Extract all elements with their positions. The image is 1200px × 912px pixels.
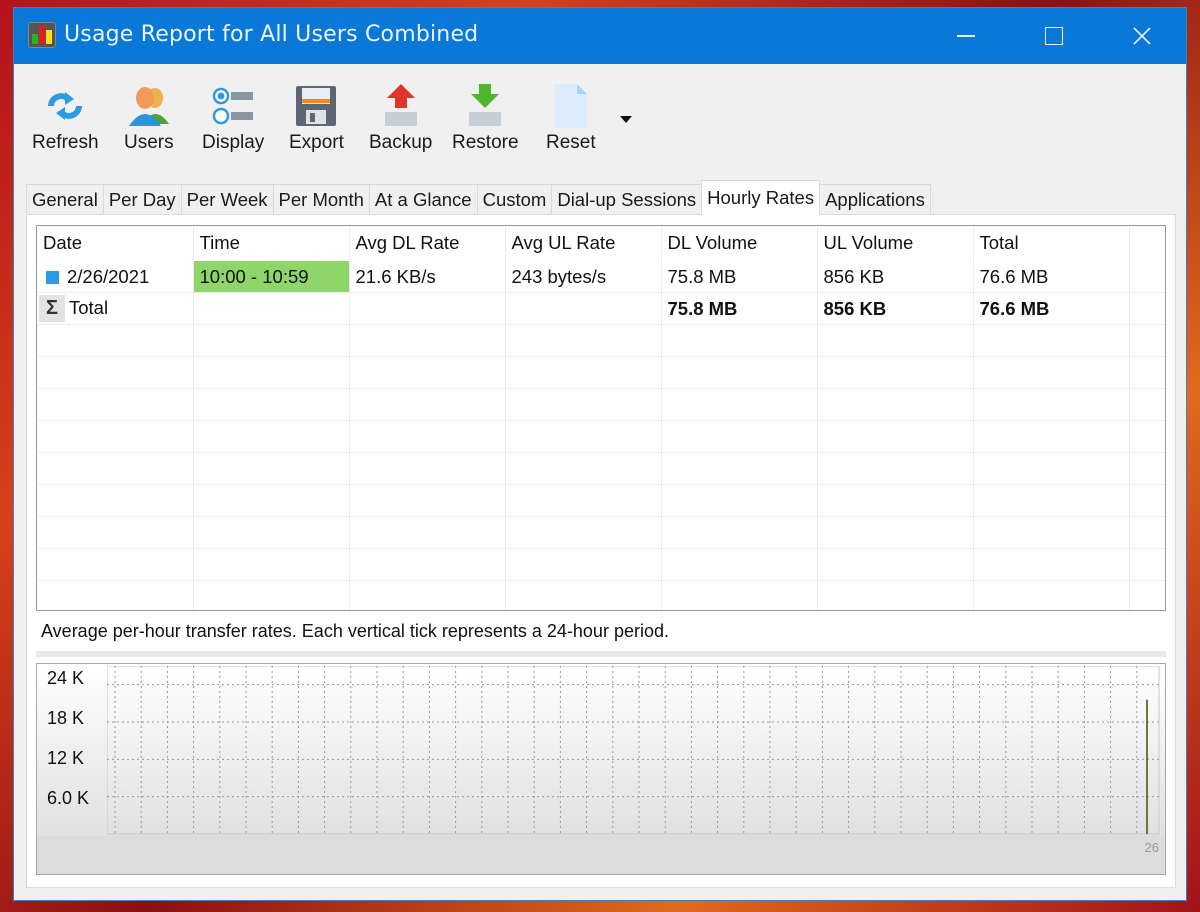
reset-label: Reset [546, 132, 596, 153]
tab-general[interactable]: General [26, 184, 104, 215]
tab-per-week[interactable]: Per Week [180, 184, 274, 215]
minimize-icon [957, 35, 975, 37]
toolbar: Refresh Users Display Export Backup Rest… [14, 64, 1186, 176]
y-tick-label: 18 K [47, 708, 85, 728]
plot-frame [107, 666, 1160, 835]
download-arrow-icon [469, 84, 502, 126]
empty-row [37, 324, 1165, 357]
export-button[interactable]: Export [289, 82, 344, 162]
close-icon [1133, 27, 1151, 45]
restore-label: Restore [452, 132, 519, 153]
column-header-total[interactable]: Total [973, 226, 1130, 261]
upload-arrow-icon [384, 84, 417, 126]
window-title: Usage Report for All Users Combined [64, 22, 479, 47]
backup-label: Backup [369, 132, 433, 153]
y-tick-label: 24 K [47, 668, 85, 688]
tab-applications[interactable]: Applications [819, 184, 931, 215]
minimize-button[interactable] [926, 8, 1006, 64]
total-dl-volume: 75.8 MB [661, 292, 818, 325]
export-label: Export [289, 132, 344, 153]
column-header-avg-ul-rate[interactable]: Avg UL Rate [505, 226, 662, 261]
backup-button[interactable]: Backup [369, 82, 432, 162]
maximize-icon [1045, 27, 1063, 45]
refresh-label: Refresh [32, 132, 99, 153]
y-tick-label: 12 K [47, 748, 85, 768]
empty-row [37, 452, 1165, 485]
empty-row [37, 516, 1165, 549]
display-button[interactable]: Display [202, 82, 264, 162]
tab-custom[interactable]: Custom [476, 184, 553, 215]
hourly-rates-table[interactable]: Date Time Avg DL Rate Avg UL Rate DL Vol… [36, 225, 1166, 611]
tab-at-a-glance[interactable]: At a Glance [368, 184, 478, 215]
close-button[interactable] [1102, 8, 1182, 64]
hourly-rate-chart: 24 K 18 K 12 K 6.0 K 26 [36, 663, 1166, 875]
display-options-icon [212, 87, 254, 125]
empty-row [37, 580, 1165, 610]
row-ul-volume: 856 KB [817, 260, 974, 293]
users-label: Users [124, 132, 174, 153]
y-tick-label: 6.0 K [47, 788, 90, 808]
refresh-icon [48, 92, 83, 120]
users-icon [128, 87, 169, 126]
column-header-dl-volume[interactable]: DL Volume [661, 226, 818, 261]
empty-row [37, 356, 1165, 389]
tab-per-day[interactable]: Per Day [102, 184, 182, 215]
row-time: 10:00 - 10:59 [193, 260, 350, 293]
row-avg-ul-rate: 243 bytes/s [505, 260, 662, 293]
reset-button[interactable]: Reset [546, 82, 596, 162]
maximize-button[interactable] [1014, 8, 1094, 64]
row-avg-dl-rate: 21.6 KB/s [349, 260, 506, 293]
column-header-ul-volume[interactable]: UL Volume [817, 226, 974, 261]
empty-row [37, 484, 1165, 517]
chart-plot-area [107, 666, 1161, 835]
display-label: Display [202, 132, 265, 153]
chart-caption: Average per-hour transfer rates. Each ve… [41, 621, 669, 641]
column-header-date[interactable]: Date [37, 226, 194, 261]
x-end-label: 26 [1144, 840, 1159, 855]
floppy-disk-icon [296, 86, 337, 126]
restore-button[interactable]: Restore [452, 82, 519, 162]
table-row[interactable]: 2/26/2021 10:00 - 10:59 21.6 KB/s 243 by… [37, 260, 1165, 293]
total-total: 76.6 MB [973, 292, 1130, 325]
total-ul-volume: 856 KB [817, 292, 974, 325]
empty-row [37, 388, 1165, 421]
total-label: Total [69, 297, 109, 318]
series-color-swatch [46, 270, 59, 284]
report-window: Usage Report for All Users Combined Refr… [14, 8, 1186, 900]
row-dl-volume: 75.8 MB [661, 260, 818, 293]
splitter[interactable] [36, 651, 1166, 657]
tab-per-month[interactable]: Per Month [272, 184, 370, 215]
tab-strip: General Per Day Per Week Per Month At a … [26, 180, 931, 215]
users-button[interactable]: Users [124, 82, 174, 162]
blank-document-icon [554, 84, 587, 128]
row-date: 2/26/2021 [67, 265, 150, 287]
tab-hourly-rates[interactable]: Hourly Rates [701, 180, 821, 215]
title-bar[interactable]: Usage Report for All Users Combined [14, 8, 1186, 64]
total-row[interactable]: Σ Total 75.8 MB 856 KB 76.6 MB [37, 292, 1165, 325]
table-header-row: Date Time Avg DL Rate Avg UL Rate DL Vol… [37, 226, 1165, 261]
refresh-button[interactable]: Refresh [32, 82, 99, 162]
column-header-avg-dl-rate[interactable]: Avg DL Rate [349, 226, 506, 261]
chevron-down-icon[interactable] [620, 116, 632, 123]
sigma-icon: Σ [39, 295, 65, 322]
empty-row [37, 548, 1165, 581]
row-total: 76.6 MB [973, 260, 1130, 293]
tab-dial-up-sessions[interactable]: Dial-up Sessions [551, 184, 703, 215]
bar-chart-app-icon [28, 22, 56, 48]
hourly-rates-panel: Date Time Avg DL Rate Avg UL Rate DL Vol… [26, 214, 1176, 888]
column-header-time[interactable]: Time [193, 226, 350, 261]
empty-row [37, 420, 1165, 453]
